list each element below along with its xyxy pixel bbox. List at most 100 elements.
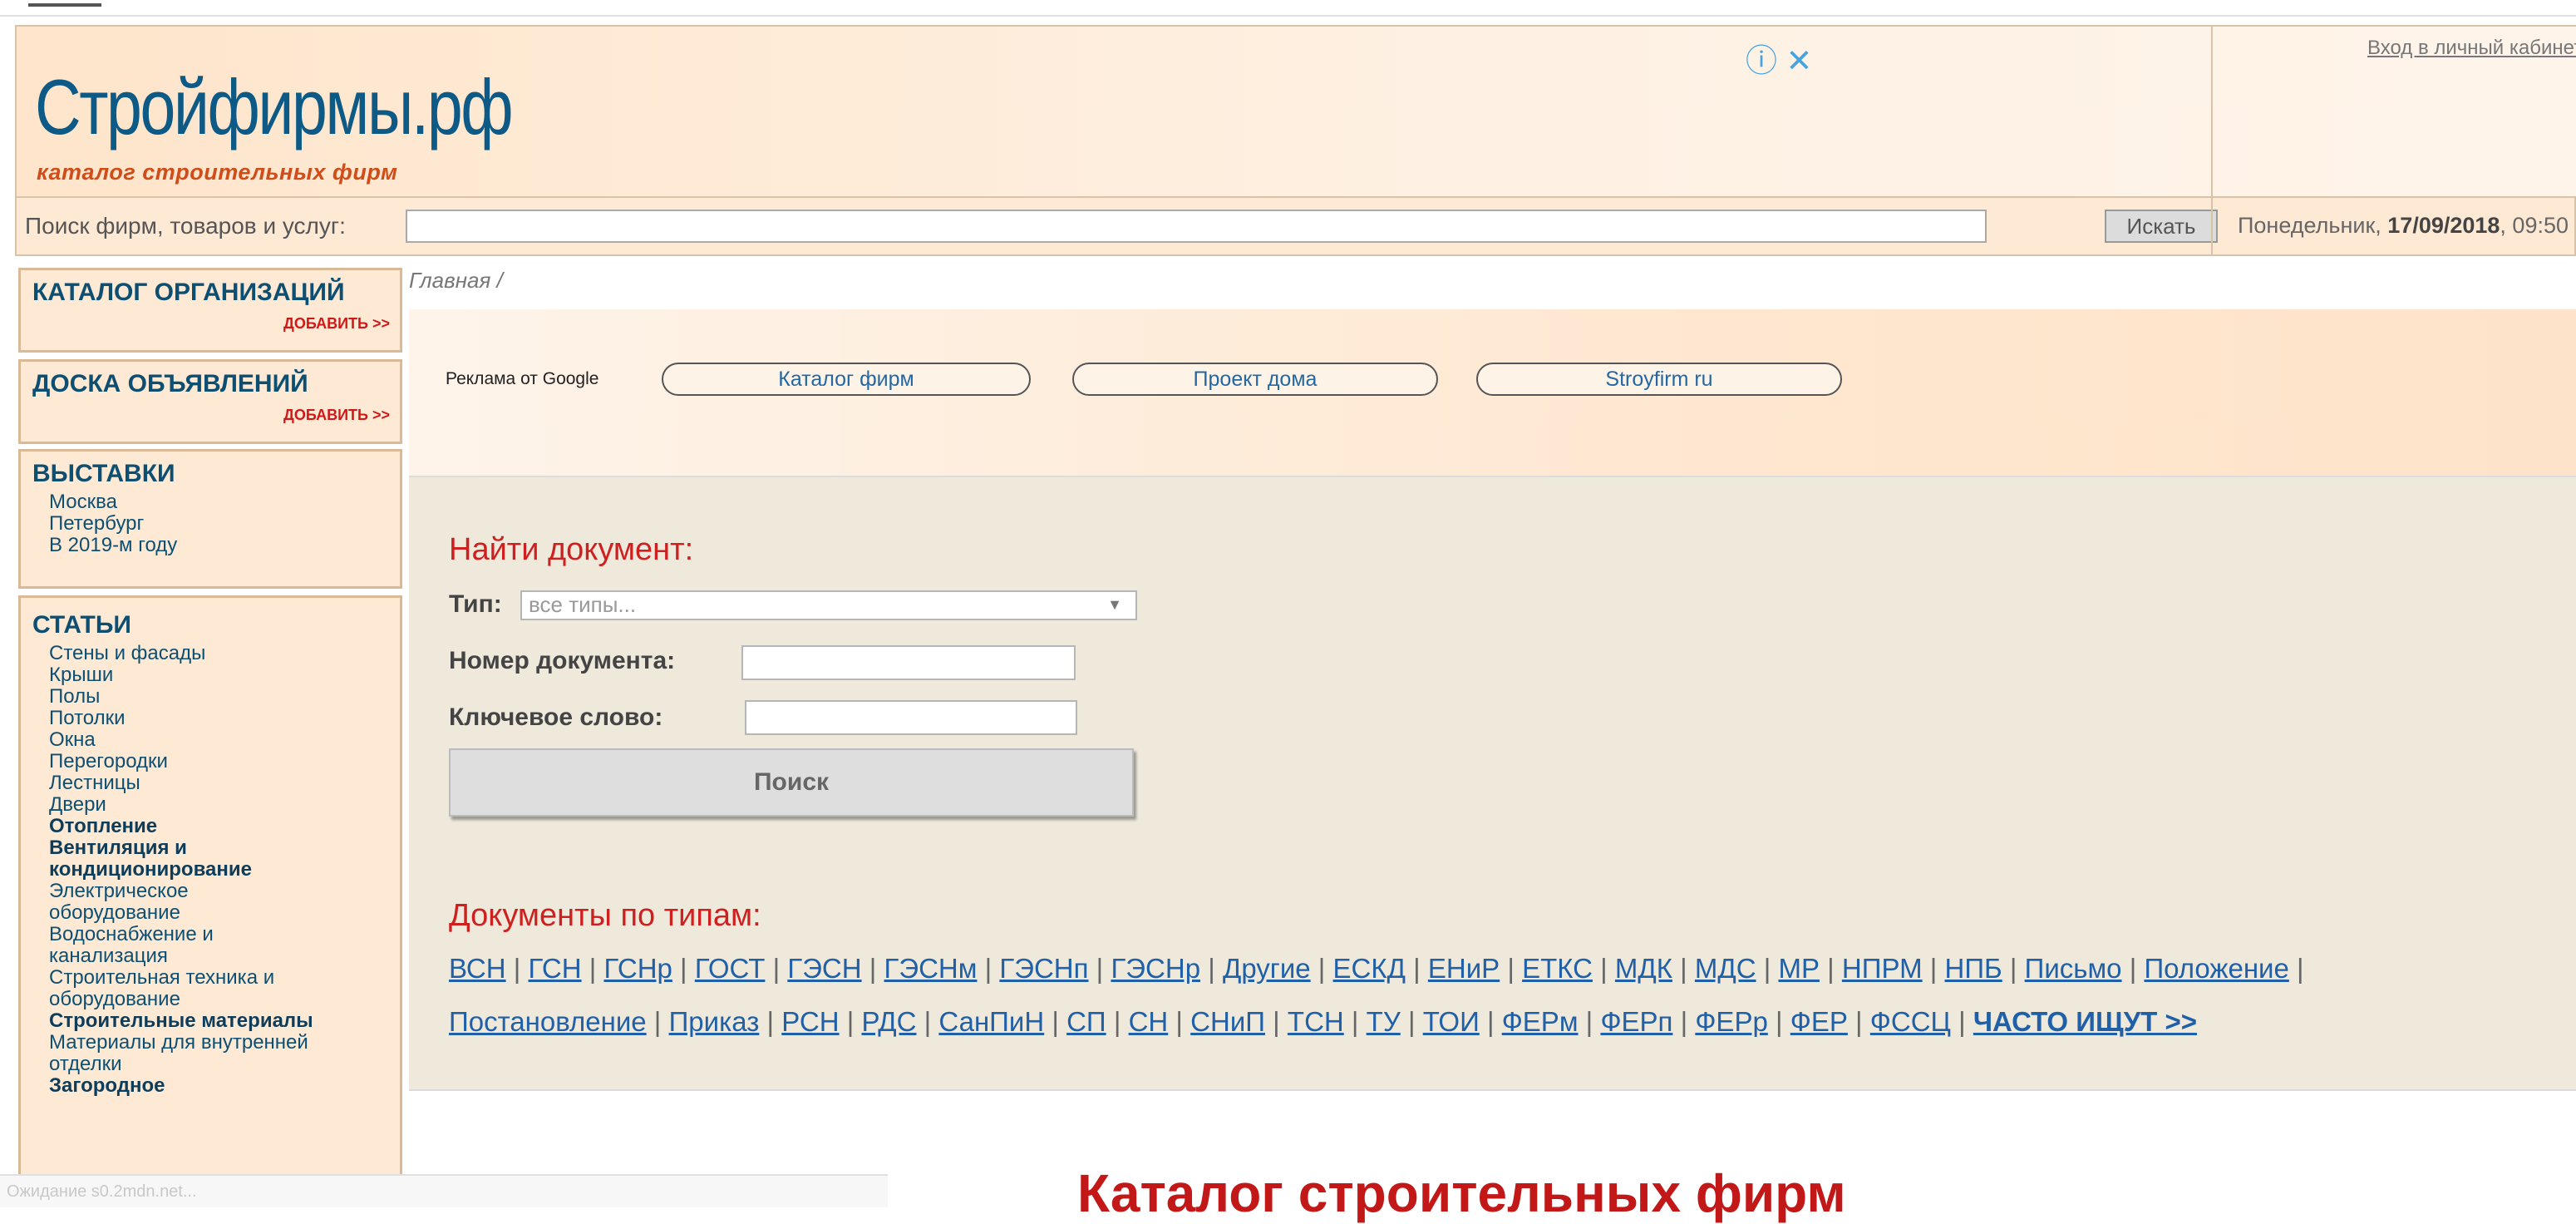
- divider: [2211, 27, 2213, 196]
- type-label: Тип:: [449, 590, 502, 618]
- doc-types-row-1: ВСН | ГСН | ГСНр | ГОСТ | ГЭСН | ГЭСНм |…: [449, 953, 2304, 984]
- add-company-link[interactable]: ДОБАВИТЬ >>: [283, 315, 390, 333]
- doc-type-link[interactable]: ГЭСН: [787, 953, 861, 984]
- doc-type-link[interactable]: ТОИ: [1423, 1006, 1480, 1037]
- add-ad-link[interactable]: ДОБАВИТЬ >>: [283, 407, 390, 424]
- doc-type-link[interactable]: ВСН: [449, 953, 506, 984]
- doc-type-link[interactable]: Письмо: [2025, 953, 2122, 984]
- sidebar-item[interactable]: Отопление: [49, 816, 313, 837]
- doc-type-link[interactable]: Приказ: [669, 1006, 760, 1037]
- login-link[interactable]: Вход в личный кабинет: [2367, 37, 2576, 60]
- sidebar-item[interactable]: Петербург: [49, 513, 177, 535]
- doc-type-link[interactable]: ФЕР: [1790, 1006, 1848, 1037]
- doc-type-link[interactable]: СНиП: [1190, 1006, 1265, 1037]
- often-searched-link[interactable]: ЧАСТО ИЩУТ >>: [1973, 1006, 2197, 1037]
- sidebar-board-link[interactable]: ДОСКА ОБЪЯВЛЕНИЙ: [32, 370, 308, 398]
- doc-type-link[interactable]: НПРМ: [1842, 953, 1923, 984]
- articles-list: Стены и фасады Крыши Полы Потолки Окна П…: [49, 643, 313, 1097]
- doc-type-link[interactable]: ТУ: [1367, 1006, 1401, 1037]
- sidebar-item[interactable]: Электрическое: [49, 881, 313, 902]
- sidebar-item[interactable]: Крыши: [49, 664, 313, 686]
- doc-type-link[interactable]: ГОСТ: [695, 953, 766, 984]
- sidebar-item[interactable]: оборудование: [49, 902, 313, 924]
- doc-type-link[interactable]: МДС: [1695, 953, 1756, 984]
- doc-type-link[interactable]: ФЕРп: [1600, 1006, 1672, 1037]
- ad-button-house-project[interactable]: Проект дома: [1072, 363, 1438, 396]
- doc-type-link[interactable]: ГЭСНм: [884, 953, 978, 984]
- site-logo[interactable]: Стройфирмы.рф: [35, 68, 514, 146]
- doc-type-link[interactable]: СанПиН: [938, 1006, 1044, 1037]
- doc-type-link[interactable]: ЕТКС: [1522, 953, 1593, 984]
- sidebar-item[interactable]: оборудование: [49, 989, 313, 1010]
- doc-type-link[interactable]: ГСНр: [603, 953, 672, 984]
- document-number-input[interactable]: [741, 645, 1076, 680]
- search-button[interactable]: Искать: [2105, 210, 2218, 243]
- number-label: Номер документа:: [449, 647, 676, 674]
- sidebar-exhibitions-box: ВЫСТАВКИ Москва Петербург В 2019-м году: [18, 449, 402, 589]
- sidebar-item[interactable]: отделки: [49, 1054, 313, 1075]
- doc-type-link[interactable]: РДС: [862, 1006, 917, 1037]
- keyword-input[interactable]: [745, 700, 1077, 735]
- doc-type-link[interactable]: ФССЦ: [1870, 1006, 1951, 1037]
- sidebar-item[interactable]: Материалы для внутренней: [49, 1032, 313, 1054]
- sidebar-item[interactable]: Стены и фасады: [49, 643, 313, 664]
- sidebar-item[interactable]: кондиционирование: [49, 859, 313, 881]
- sidebar-item[interactable]: Лестницы: [49, 772, 313, 794]
- doc-type-link[interactable]: ЕСКД: [1333, 953, 1406, 984]
- doc-type-link[interactable]: СН: [1129, 1006, 1169, 1037]
- doc-type-link[interactable]: ЕНиР: [1428, 953, 1500, 984]
- breadcrumb-home[interactable]: Главная: [409, 268, 490, 293]
- doc-type-link[interactable]: ФЕРм: [1502, 1006, 1579, 1037]
- doc-type-link[interactable]: ТСН: [1288, 1006, 1344, 1037]
- doc-type-link[interactable]: Постановление: [449, 1006, 647, 1037]
- sidebar-catalog-box: КАТАЛОГ ОРГАНИЗАЦИЙ ДОБАВИТЬ >>: [18, 268, 402, 353]
- sidebar-item[interactable]: канализация: [49, 945, 313, 967]
- doc-type-link[interactable]: ФЕРр: [1695, 1006, 1767, 1037]
- doc-type-link[interactable]: ГЭСНр: [1111, 953, 1200, 984]
- doc-type-link[interactable]: ГСН: [529, 953, 582, 984]
- sidebar-item[interactable]: Потолки: [49, 708, 313, 729]
- doc-search-button[interactable]: Поиск: [449, 748, 1134, 817]
- doc-type-link[interactable]: НПБ: [1945, 953, 2002, 984]
- divider: [0, 15, 2576, 17]
- search-input[interactable]: [406, 210, 1987, 243]
- ad-close-icon[interactable]: ⓘ ✕: [1746, 35, 1812, 81]
- search-label: Поиск фирм, товаров и услуг:: [25, 213, 346, 239]
- divider: [2211, 198, 2213, 256]
- sidebar-articles-box: СТАТЬИ Стены и фасады Крыши Полы Потолки…: [18, 595, 402, 1207]
- chevron-down-icon: ▼: [1107, 596, 1122, 613]
- sidebar-item[interactable]: Водоснабжение и: [49, 924, 313, 945]
- sidebar-item[interactable]: Строительные материалы: [49, 1010, 313, 1032]
- menu-icon[interactable]: [28, 3, 101, 7]
- ad-button-stroyfirm[interactable]: Stroyfirm ru: [1476, 363, 1842, 396]
- sidebar-item[interactable]: Москва: [49, 491, 177, 513]
- exhibitions-list: Москва Петербург В 2019-м году: [49, 491, 177, 556]
- type-select[interactable]: все типы... ▼: [520, 590, 1137, 620]
- doc-types-title: Документы по типам:: [449, 898, 761, 933]
- doc-type-link[interactable]: МДК: [1615, 953, 1672, 984]
- breadcrumb: Главная /: [409, 268, 503, 293]
- doc-type-link[interactable]: Положение: [2144, 953, 2288, 984]
- sidebar-item[interactable]: Строительная техника и: [49, 967, 313, 989]
- sidebar-item[interactable]: Перегородки: [49, 751, 313, 772]
- sidebar-item[interactable]: Окна: [49, 729, 313, 751]
- sidebar-item[interactable]: В 2019-м году: [49, 535, 177, 556]
- sidebar-catalog-link[interactable]: КАТАЛОГ ОРГАНИЗАЦИЙ: [32, 279, 345, 307]
- sidebar-articles-title[interactable]: СТАТЬИ: [32, 611, 131, 639]
- sidebar-item[interactable]: Загородное: [49, 1075, 313, 1097]
- doc-type-link[interactable]: Другие: [1223, 953, 1311, 984]
- sidebar-item[interactable]: Двери: [49, 794, 313, 816]
- doc-type-link[interactable]: МР: [1778, 953, 1820, 984]
- catalog-title: Каталог строительных фирм: [1077, 1163, 1846, 1223]
- site-tagline: каталог строительных фирм: [37, 160, 398, 185]
- ad-button-catalog[interactable]: Каталог фирм: [662, 363, 1031, 396]
- sidebar-exhibitions-title[interactable]: ВЫСТАВКИ: [32, 460, 175, 488]
- sidebar-item[interactable]: Полы: [49, 686, 313, 708]
- doc-type-link[interactable]: ГЭСНп: [999, 953, 1088, 984]
- search-bar: Поиск фирм, товаров и услуг: Искать Поне…: [15, 198, 2576, 256]
- status-bar: Ожидание s0.2mdn.net...: [0, 1174, 888, 1207]
- browser-top-strip: [0, 0, 2576, 17]
- sidebar-item[interactable]: Вентиляция и: [49, 837, 313, 859]
- doc-type-link[interactable]: СП: [1066, 1006, 1106, 1037]
- doc-type-link[interactable]: РСН: [781, 1006, 839, 1037]
